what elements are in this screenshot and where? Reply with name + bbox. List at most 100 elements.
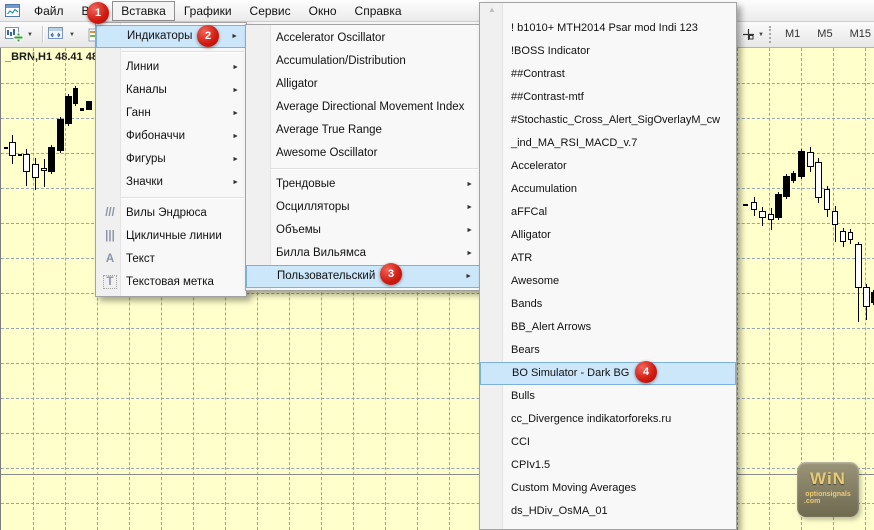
menu-item[interactable]: Awesome Oscillator [246,142,480,165]
menu-item[interactable]: Значки► [96,171,246,194]
menu-item[interactable]: TТекстовая метка [96,271,246,294]
menu-item[interactable]: Ганн► [96,102,246,125]
menu-item[interactable]: Линии► [96,56,246,79]
menu-item[interactable]: Custom Moving Averages [480,477,736,500]
menu-item-label: Вилы Эндрюса [126,207,207,219]
menu-item[interactable]: Alligator [480,224,736,247]
submenu-arrow-icon: ► [231,26,238,47]
menubar-item[interactable]: Вставка [112,1,175,21]
menubar-item[interactable]: Сервис [241,1,300,21]
menu-item[interactable]: ds_HDiv_OsMA_01 [480,500,736,523]
crosshair-button[interactable]: ▼ [742,25,764,44]
menu-item-label: Значки [126,176,163,188]
menu-item[interactable]: Signal Bars [480,523,736,530]
menu-item[interactable]: Фигуры► [96,148,246,171]
menubar-item[interactable]: Файл [25,1,73,21]
menu-item[interactable]: Accelerator [480,155,736,178]
menu-item-label: ATR [511,252,532,264]
submenu-arrow-icon: ► [232,148,239,171]
menu-item[interactable]: Bulls [480,385,736,408]
candle-body [18,154,22,156]
menubar-item[interactable]: Графики [175,1,241,21]
menu-item[interactable]: Фибоначчи► [96,125,246,148]
menu-item-label: Alligator [511,229,551,241]
menu-item[interactable]: Трендовые► [246,173,480,196]
candle-body [768,214,774,220]
menu-item[interactable]: Объемы► [246,219,480,242]
menubar-item[interactable]: Окно [300,1,346,21]
menu-item[interactable]: aFFCal [480,201,736,224]
menu-item[interactable]: Bears [480,339,736,362]
menu-item[interactable]: ATR [480,247,736,270]
profiles-button[interactable]: ▼ [47,25,75,44]
candle-body [783,176,790,197]
toolbar-grip[interactable] [769,26,774,43]
menu-item-label: Accelerator Oscillator [276,32,385,44]
watermark-title: WiN [797,469,859,489]
step-badge-4: 4 [635,361,657,383]
candle-body [855,244,862,288]
chevron-down-icon[interactable]: ▼ [27,32,33,38]
menu-item[interactable]: #Stochastic_Cross_Alert_SigOverlayM_cw [480,109,736,132]
menu-item[interactable]: Average Directional Movement Index [246,96,480,119]
menu-item[interactable]: ! b1010+ MTH2014 Psar mod Indi 123 [480,17,736,40]
candle-body [759,211,766,218]
gridline [1,468,874,469]
menu-item[interactable]: Индикаторы► [96,25,246,48]
candle-wick [44,159,45,187]
menubar-item[interactable]: Справка [346,1,411,21]
submenu-arrow-icon: ► [466,242,473,265]
menu-item[interactable]: ##Contrast-mtf [480,86,736,109]
candle-body [23,154,30,172]
menu-item[interactable]: Accumulation [480,178,736,201]
menu-item[interactable]: Accelerator Oscillator [246,27,480,50]
menu-item[interactable]: |||Цикличные линии [96,225,246,248]
menu-item-label: ds_HDiv_OsMA_01 [511,505,608,517]
candle-body [798,151,805,177]
new-chart-icon [5,26,24,43]
menu-item-label: #Stochastic_Cross_Alert_SigOverlayM_cw [511,114,720,126]
gridline [1,363,874,364]
menu-item[interactable]: Каналы► [96,79,246,102]
menu-item[interactable]: Пользовательский► [246,265,480,288]
menu-item[interactable]: CCI [480,431,736,454]
candle-body [32,164,39,178]
menu-item-label: Цикличные линии [126,230,222,242]
chevron-down-icon[interactable]: ▼ [758,32,764,38]
menu-bar: ФайлВидВставкаГрафикиСервисОкноСправка [0,0,874,22]
chevron-down-icon[interactable]: ▼ [69,32,75,38]
scroll-up-icon[interactable]: ▲ [488,5,496,14]
menu-item[interactable]: Alligator [246,73,480,96]
timeframe-button-m15[interactable]: M15 [845,25,874,43]
menu-item[interactable]: CPIv1.5 [480,454,736,477]
menu-item[interactable]: Average True Range [246,119,480,142]
menu-item-label: Текстовая метка [126,276,214,288]
timeframe-button-m1[interactable]: M1 [780,25,805,43]
chart-profiles-icon [47,26,66,43]
submenu-arrow-icon: ► [466,196,473,219]
menu-item[interactable]: Bands [480,293,736,316]
menu-item[interactable]: Билла Вильямса► [246,242,480,265]
menu-item[interactable]: Awesome [480,270,736,293]
menu-item-label: Accumulation/Distribution [276,55,406,67]
candle-body [86,101,92,110]
text-icon: A [100,248,120,271]
gridline [801,48,802,530]
menu-item[interactable]: Accumulation/Distribution [246,50,480,73]
timeframe-button-m5[interactable]: M5 [812,25,837,43]
subwindow-separator[interactable] [1,474,874,475]
gridline [769,48,770,530]
menu-item[interactable]: AТекст [96,248,246,271]
menu-item-label: Custom Moving Averages [511,482,636,494]
menu-item[interactable]: Осцилляторы► [246,196,480,219]
menu-item[interactable]: BO Simulator - Dark BG [480,362,736,385]
candle-body [775,194,782,218]
menu-item[interactable]: cc_Divergence indikatorforeks.ru [480,408,736,431]
menu-item[interactable]: !BOSS Indicator [480,40,736,63]
new-chart-button[interactable]: ▼ [5,25,33,44]
candle-body [41,168,47,171]
menu-item[interactable]: ///Вилы Эндрюса [96,202,246,225]
menu-item[interactable]: _ind_MA_RSI_MACD_v.7 [480,132,736,155]
menu-item[interactable]: ##Contrast [480,63,736,86]
menu-item[interactable]: BB_Alert Arrows [480,316,736,339]
